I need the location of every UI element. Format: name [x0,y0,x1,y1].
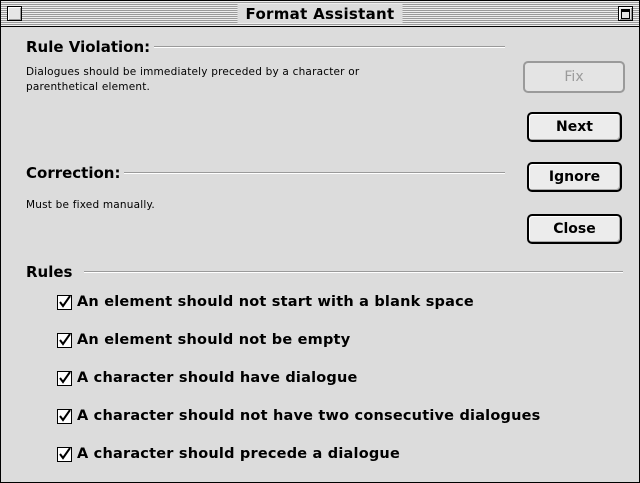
correction-text: Must be fixed manually. [26,199,155,211]
rule-item[interactable]: A character should have dialogue [57,367,358,389]
window-title: Format Assistant [245,5,395,23]
checkmark-icon [59,333,71,346]
violation-text-line1: Dialogues should be immediately preceded… [26,66,360,78]
correction-heading: Correction: [26,164,125,182]
checkbox[interactable] [57,332,72,348]
rule-item[interactable]: An element should not start with a blank… [57,291,474,313]
rule-label: An element should not be empty [77,332,351,348]
checkmark-icon [59,447,71,460]
checkmark-icon [59,295,71,308]
checkbox[interactable] [57,294,72,310]
rule-label: A character should precede a dialogue [77,446,400,462]
title-bar[interactable]: Format Assistant [1,1,639,27]
format-assistant-window: Format Assistant Rule Violation: Dialogu… [0,0,640,483]
violation-text-line2: parenthetical element. [26,81,151,93]
checkmark-icon [59,409,71,422]
rule-label: An element should not start with a blank… [77,294,474,310]
close-box-icon[interactable] [7,6,22,21]
fix-button[interactable]: Fix [523,61,625,93]
rule-item[interactable]: A character should not have two consecut… [57,405,540,427]
ignore-button[interactable]: Ignore [527,162,622,192]
close-button[interactable]: Close [527,214,622,244]
rules-heading: Rules [26,263,85,281]
rule-label: A character should not have two consecut… [77,408,541,424]
checkbox[interactable] [57,370,72,386]
zoom-box-icon[interactable] [618,6,633,21]
violation-heading: Rule Violation: [26,38,155,56]
rules-divider [41,271,623,273]
title-wrap: Format Assistant [237,4,403,23]
rule-item[interactable]: An element should not be empty [57,329,350,351]
checkmark-icon [59,371,71,384]
next-button[interactable]: Next [527,112,622,142]
checkbox[interactable] [57,446,72,462]
checkbox[interactable] [57,408,72,424]
rule-label: A character should have dialogue [77,370,358,386]
rule-item[interactable]: A character should precede a dialogue [57,443,400,465]
